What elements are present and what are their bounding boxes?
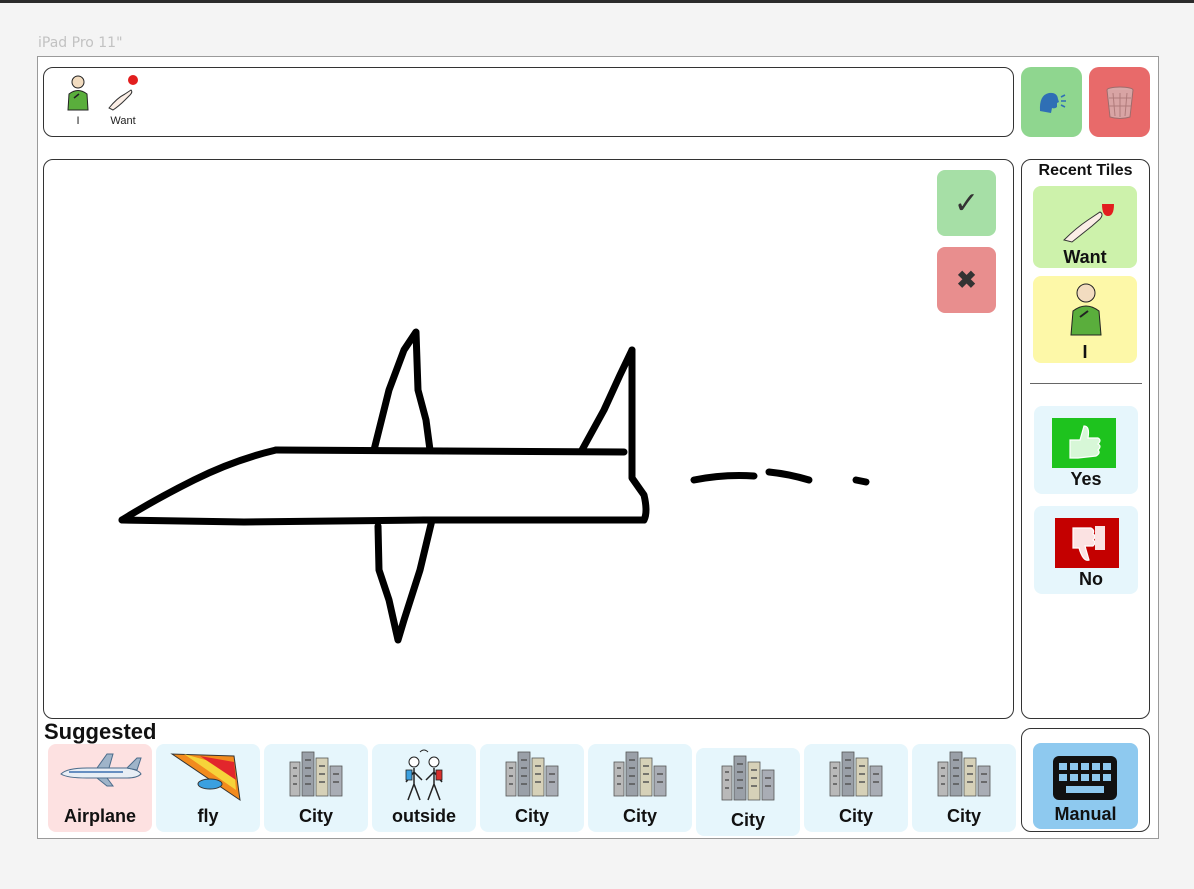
suggested-tile-city[interactable]: City: [804, 744, 908, 832]
recent-tile-want[interactable]: Want: [1033, 186, 1137, 268]
tile-label: City: [622, 806, 657, 826]
sentence-word-label: I: [76, 115, 80, 127]
sentence-word-want[interactable]: Want: [101, 74, 145, 127]
recent-tiles-title: Recent Tiles: [1038, 162, 1133, 179]
person-pointing-self-icon: [67, 75, 89, 111]
airplane-drawing: [118, 328, 870, 644]
city-buildings-icon: [289, 751, 343, 797]
manual-keyboard-button[interactable]: Manual: [1033, 743, 1138, 829]
tile-label: Yes: [1070, 469, 1102, 489]
manual-label: Manual: [1054, 804, 1117, 824]
speak-button[interactable]: [1021, 67, 1082, 137]
tile-label: City: [730, 810, 765, 830]
manual-panel: Manual: [1021, 728, 1150, 832]
drawing-canvas[interactable]: ✓ ✖: [43, 159, 1014, 719]
people-outside-icon: [405, 749, 443, 801]
sentence-word-i[interactable]: I: [56, 74, 100, 127]
quick-tile-no[interactable]: No: [1034, 506, 1138, 594]
person-pointing-self-icon: [1070, 283, 1102, 336]
suggested-tile-airplane[interactable]: Airplane: [48, 744, 152, 832]
thumbs-up-icon: [1052, 418, 1116, 468]
panel-divider: [1030, 383, 1142, 384]
recent-tile-i[interactable]: I: [1033, 276, 1137, 363]
sentence-word-label: Want: [110, 115, 136, 127]
tile-label: City: [946, 806, 981, 826]
suggested-tile-fly[interactable]: fly: [156, 744, 260, 832]
suggested-tile-city[interactable]: City: [480, 744, 584, 832]
suggested-tile-city[interactable]: City: [264, 744, 368, 832]
clear-button[interactable]: [1089, 67, 1150, 137]
quick-tile-yes[interactable]: Yes: [1034, 406, 1138, 494]
hand-want-icon: [108, 75, 138, 111]
confirm-drawing-button[interactable]: ✓: [937, 170, 996, 236]
city-buildings-icon: [829, 751, 883, 797]
tile-label: City: [838, 806, 873, 826]
city-buildings-icon: [613, 751, 667, 797]
thumbs-down-icon: [1055, 518, 1119, 568]
device-label: iPad Pro 11": [38, 35, 123, 51]
tile-label: Want: [1063, 247, 1107, 267]
trash-bin-icon: [1106, 86, 1133, 119]
tile-label: City: [514, 806, 549, 826]
tile-label: Airplane: [63, 806, 137, 826]
speaking-head-icon: [1039, 92, 1066, 113]
top-edge: [0, 0, 1194, 3]
keyboard-icon: [1053, 756, 1117, 800]
hand-want-icon: [1063, 204, 1114, 243]
city-buildings-icon: [505, 751, 559, 797]
tile-label: I: [1082, 342, 1088, 362]
suggested-tile-outside[interactable]: outside: [372, 744, 476, 832]
tile-label: No: [1079, 569, 1103, 589]
recent-tiles-panel: Recent Tiles Want I Yes No: [1021, 159, 1150, 719]
airplane-icon: [60, 753, 142, 787]
suggested-tile-city[interactable]: City: [588, 744, 692, 832]
tile-label: fly: [197, 806, 219, 826]
sentence-bar[interactable]: I Want: [43, 67, 1014, 137]
cancel-drawing-button[interactable]: ✖: [937, 247, 996, 313]
suggested-title: Suggested: [44, 719, 157, 744]
city-buildings-icon: [937, 751, 991, 797]
city-buildings-icon: [721, 755, 775, 801]
tile-label: outside: [391, 806, 456, 826]
hang-glider-icon: [170, 753, 241, 802]
suggested-tile-city[interactable]: City: [912, 744, 1016, 832]
suggested-tile-city[interactable]: City: [696, 748, 800, 836]
tile-label: City: [298, 806, 333, 826]
